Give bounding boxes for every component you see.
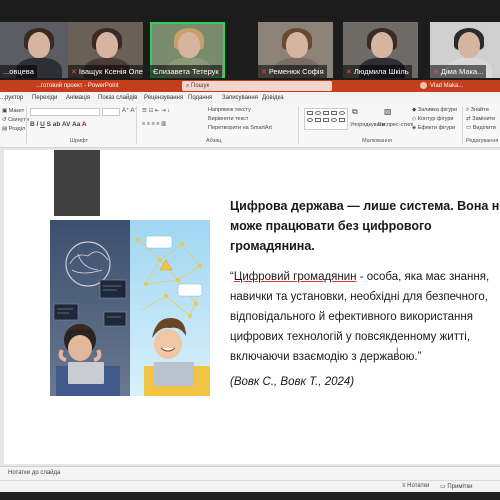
user-name: Vlad Maka... bbox=[430, 83, 464, 89]
font-name-field[interactable] bbox=[30, 108, 100, 116]
video-strip: ...овцева ✕Іващук Ксенія Олекса... Єлиза… bbox=[0, 0, 500, 80]
mic-off-icon: ✕ bbox=[261, 69, 267, 76]
title-bar: ...готовий проект - PowerPoint ⌕ Пошук V… bbox=[0, 80, 500, 92]
text-direction[interactable]: Напрямок тексту bbox=[208, 107, 251, 114]
slide-canvas[interactable]: Цифрова держава — лише система. Вона не … bbox=[4, 150, 500, 464]
tab-transitions[interactable]: Перехіди bbox=[32, 94, 57, 102]
participant-tile[interactable]: ...овцева bbox=[0, 22, 75, 78]
participant-tile[interactable]: ✕ Ременюк Софія bbox=[258, 22, 333, 78]
illustration-svg bbox=[50, 220, 210, 396]
select-button[interactable]: ▭ Виділити bbox=[466, 125, 496, 132]
notes-placeholder: Нотатки до слайда bbox=[8, 470, 61, 476]
shape-outline[interactable]: ◇ Контур фігури bbox=[412, 116, 454, 123]
taskbar bbox=[0, 492, 500, 500]
participant-name: ✕Іващук Ксенія Олекса... bbox=[68, 65, 143, 78]
mic-off-icon: ✕ bbox=[346, 69, 352, 76]
shape-effects[interactable]: ◈ Ефекти фігури bbox=[412, 125, 455, 132]
ribbon: ▣ Макет ↺ Скинути ▤ Розділ A⁺ A⁻ B I U S… bbox=[0, 104, 500, 148]
font-group-label: Шрифт bbox=[70, 138, 89, 144]
ribbon-tabs: ...руктор Перехіди Анімація Показ слайді… bbox=[0, 92, 500, 104]
slide-workarea: Цифрова держава — лише система. Вона не … bbox=[0, 148, 500, 466]
quote-term: Цифровий громадянин bbox=[233, 271, 357, 283]
quick-styles-button[interactable]: Експрес-стилі bbox=[378, 122, 413, 129]
slide-quote[interactable]: “Цифровий громадянин - особа, яка має зн… bbox=[230, 267, 500, 367]
convert-smartart[interactable]: Перетворити на SmartArt bbox=[208, 125, 272, 132]
align-icons[interactable]: ≡ ≡ ≡ ≡ ▥ bbox=[142, 121, 166, 128]
ribbon-reset[interactable]: ↺ Скинути bbox=[2, 117, 29, 124]
participant-name: Єлизавета Тетерук bbox=[150, 65, 222, 78]
participant-tile[interactable]: ✕ Діма Мака... bbox=[430, 22, 500, 78]
participant-tile[interactable]: ✕Іващук Ксенія Олекса... bbox=[68, 22, 143, 78]
quick-styles-icon[interactable]: ▧ bbox=[384, 108, 392, 116]
text-cursor-icon: I bbox=[396, 346, 399, 356]
arrange-icon[interactable]: ⧉ bbox=[352, 108, 358, 116]
tab-review[interactable]: Рецензування bbox=[144, 94, 183, 102]
screen: ...овцева ✕Іващук Ксенія Олекса... Єлиза… bbox=[0, 0, 500, 500]
replace-button[interactable]: ⇄ Замінити bbox=[466, 116, 495, 123]
tab-help[interactable]: Довідка bbox=[262, 94, 284, 102]
find-button[interactable]: ⌕ Знайти bbox=[466, 107, 489, 114]
tab-slideshow[interactable]: Показ слайдів bbox=[98, 94, 137, 102]
participant-tile-active[interactable]: Єлизавета Тетерук bbox=[150, 22, 225, 78]
font-size-field[interactable] bbox=[102, 108, 120, 116]
slide-citation[interactable]: (Вовк С., Вовк Т., 2024) bbox=[230, 376, 354, 388]
shapes-gallery[interactable] bbox=[304, 108, 348, 130]
notes-toggle[interactable]: ≡ Нотатки bbox=[402, 483, 429, 489]
align-text[interactable]: Вирівняти текст bbox=[208, 116, 248, 123]
drawing-group-label: Малювання bbox=[362, 138, 393, 144]
participant-name: ✕ Ременюк Софія bbox=[258, 65, 327, 78]
tab-view[interactable]: Подання bbox=[188, 94, 212, 102]
participant-name: ...овцева bbox=[0, 65, 37, 78]
list-icons[interactable]: ☰ ☷ ⇤ ⇥ ↕ bbox=[142, 108, 170, 115]
slide-illustration[interactable] bbox=[50, 220, 210, 396]
window-title: ...готовий проект - PowerPoint bbox=[36, 83, 119, 89]
paragraph-group-label: Абзац bbox=[206, 138, 222, 144]
ribbon-section[interactable]: ▤ Розділ bbox=[2, 126, 25, 133]
search-box[interactable]: ⌕ Пошук bbox=[182, 81, 332, 91]
font-format-icons[interactable]: B I U S ab AV Aa A bbox=[30, 121, 87, 128]
participant-name: ✕ Людмила Шкіль bbox=[343, 65, 412, 78]
comments-toggle[interactable]: ▭ Примітки bbox=[440, 483, 473, 490]
shape-fill[interactable]: ◆ Заливка фігури bbox=[412, 107, 457, 114]
status-bar: ≡ Нотатки ▭ Примітки bbox=[0, 480, 500, 492]
decorative-block bbox=[54, 150, 100, 216]
editing-group-label: Редагування bbox=[466, 138, 499, 144]
tab-design[interactable]: ...руктор bbox=[0, 94, 23, 102]
ribbon-layout[interactable]: ▣ Макет bbox=[2, 108, 24, 115]
notes-pane[interactable]: Нотатки до слайда bbox=[0, 466, 500, 480]
participant-name: ✕ Діма Мака... bbox=[430, 65, 487, 78]
slide-heading[interactable]: Цифрова держава — лише система. Вона не … bbox=[230, 196, 500, 256]
user-avatar[interactable] bbox=[420, 82, 427, 89]
tab-animation[interactable]: Анімація bbox=[66, 94, 90, 102]
mic-off-icon: ✕ bbox=[71, 69, 77, 76]
tab-record[interactable]: Записування bbox=[222, 94, 258, 102]
participant-tile[interactable]: ✕ Людмила Шкіль bbox=[343, 22, 418, 78]
mic-off-icon: ✕ bbox=[433, 69, 439, 76]
